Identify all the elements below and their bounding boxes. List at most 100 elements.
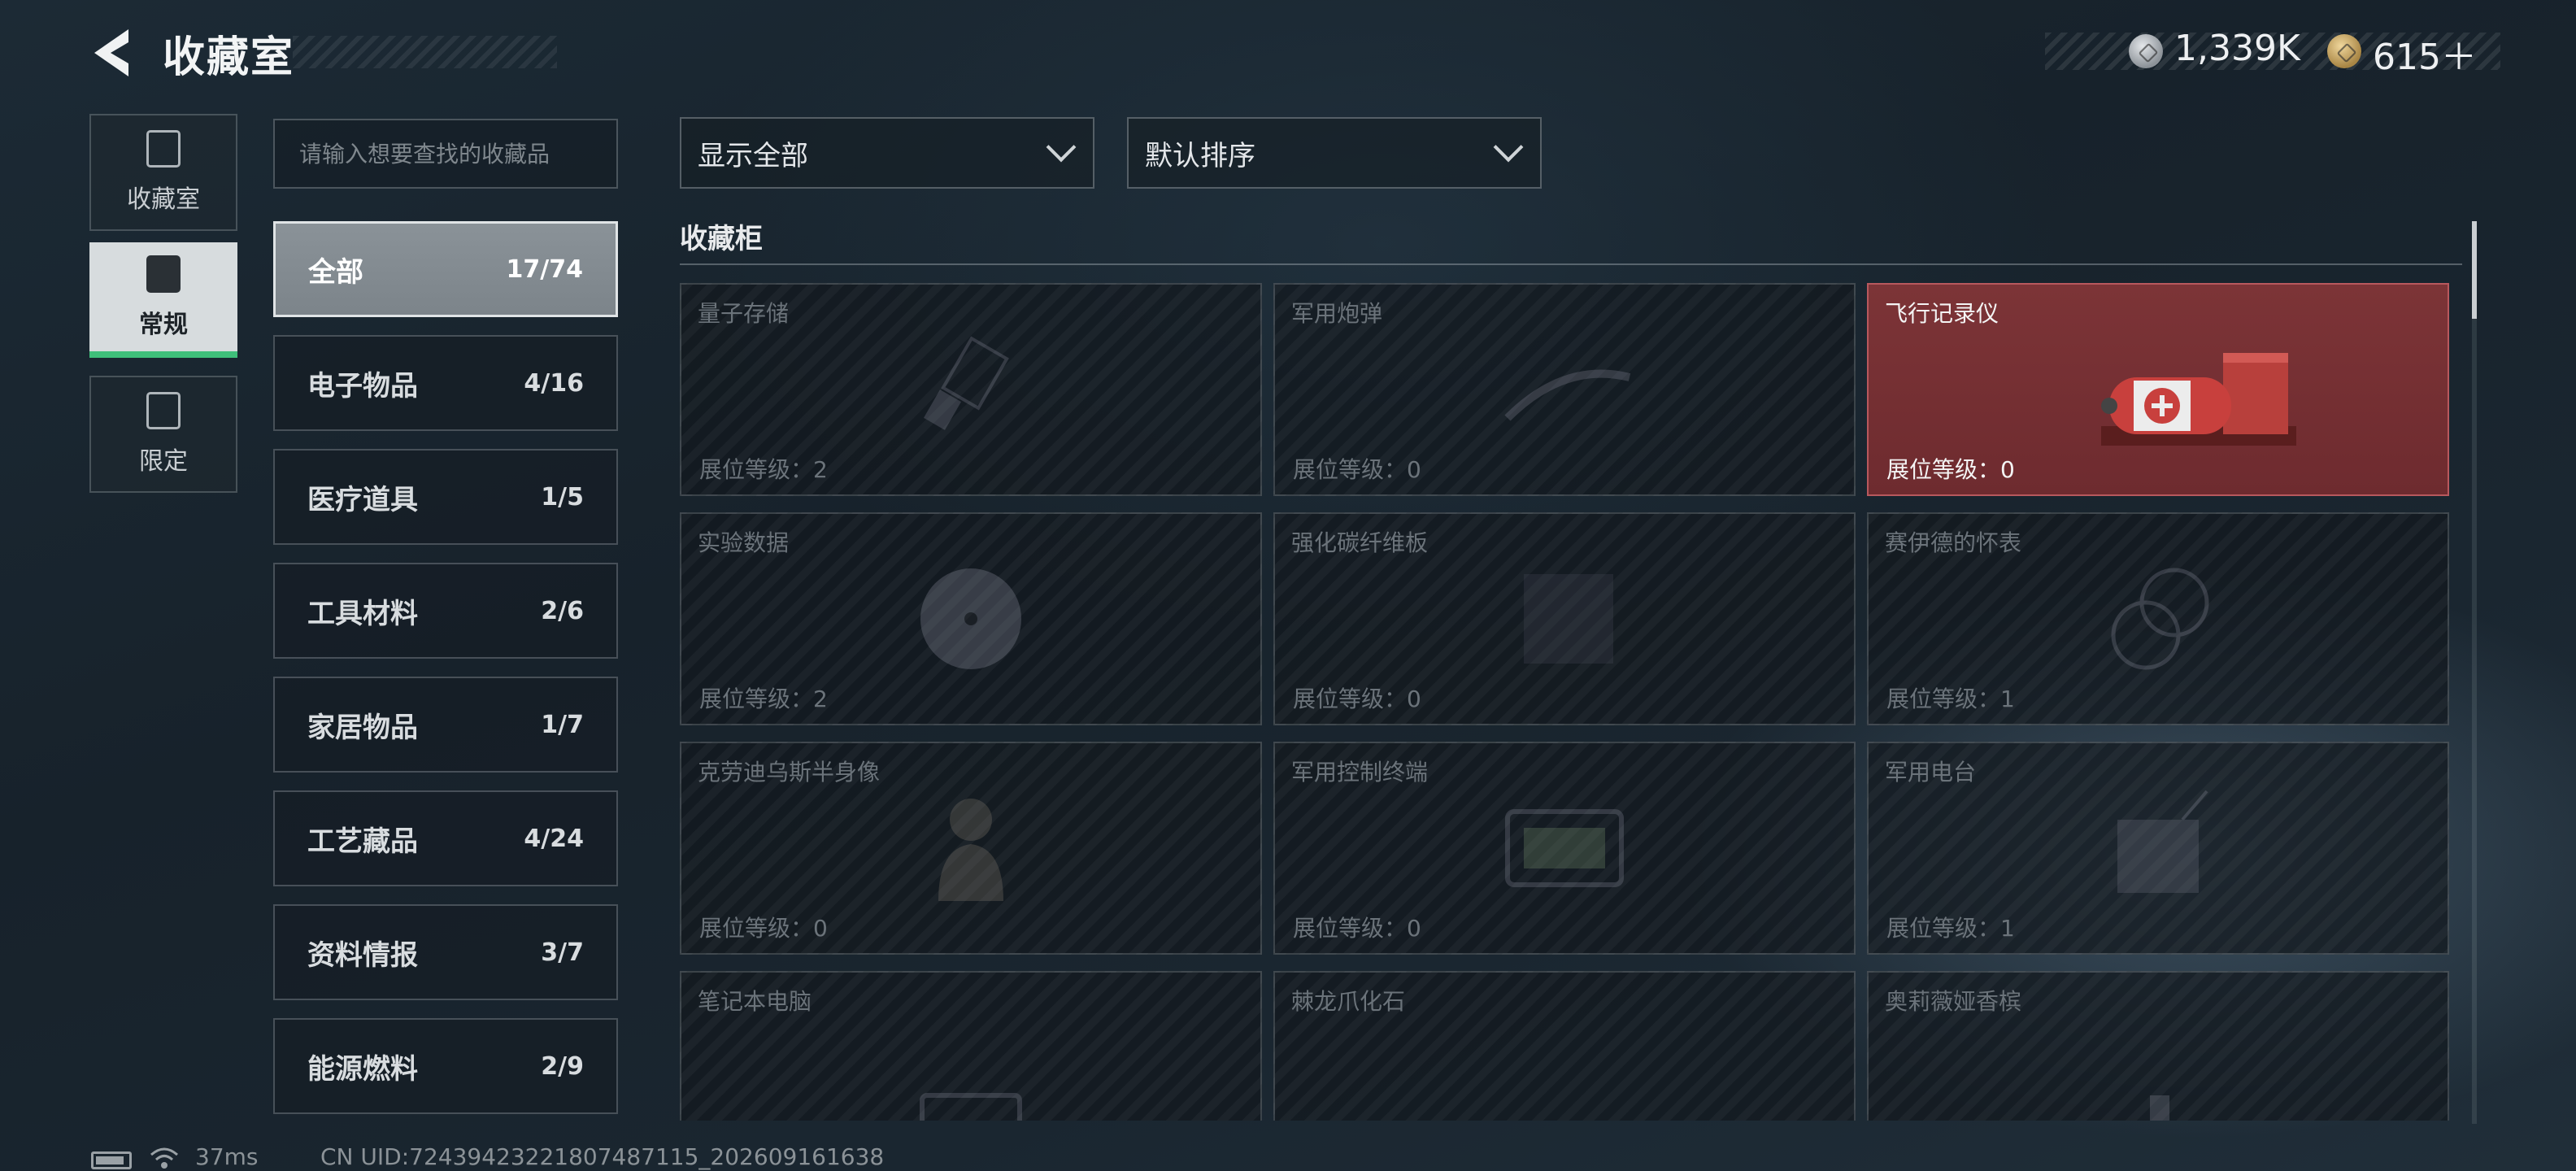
laptop-icon — [920, 1093, 1022, 1121]
category-crafts[interactable]: 工艺藏品 4/24 — [273, 790, 618, 886]
category-count: 17/74 — [506, 255, 583, 284]
chevron-down-icon — [1493, 132, 1524, 163]
category-name: 医疗道具 — [307, 483, 418, 516]
category-name: 家居物品 — [307, 711, 418, 744]
category-count: 3/7 — [541, 938, 584, 967]
category-name: 工具材料 — [307, 597, 418, 630]
category-electronics[interactable]: 电子物品 4/16 — [273, 335, 618, 431]
bust-statue-icon — [938, 799, 1003, 901]
collection-card[interactable]: 强化碳纤维板 展位等级：0 — [1273, 512, 1856, 725]
pocket-watch-icon — [2111, 568, 2209, 670]
regular-icon — [146, 255, 181, 293]
back-button[interactable] — [88, 24, 137, 81]
flight-recorder-icon — [2100, 353, 2296, 446]
collection-card[interactable]: 军用炮弹 展位等级：0 — [1273, 283, 1856, 496]
card-level: 展位等级：0 — [1293, 456, 1421, 483]
card-name: 军用控制终端 — [1291, 759, 1429, 786]
champagne-icon — [2150, 1095, 2169, 1121]
collection-card[interactable]: 笔记本电脑 — [680, 971, 1262, 1121]
category-name: 工艺藏品 — [307, 825, 418, 858]
collection-card[interactable]: 飞行记录仪 展位等级：0 — [1867, 283, 2449, 496]
chevron-down-icon — [1046, 132, 1077, 163]
collection-card[interactable]: 量子存储 展位等级：2 — [680, 283, 1262, 496]
wifi-icon — [150, 1147, 178, 1169]
display-filter-value: 显示全部 — [698, 139, 808, 172]
card-name: 军用炮弹 — [1291, 300, 1383, 327]
category-medical[interactable]: 医疗道具 1/5 — [273, 449, 618, 545]
collection-card[interactable]: 奥莉薇娅香槟 — [1867, 971, 2449, 1121]
nav-tab-label: 限定 — [139, 447, 188, 476]
card-name: 奥莉薇娅香槟 — [1885, 988, 2022, 1015]
category-household[interactable]: 家居物品 1/7 — [273, 677, 618, 773]
nav-tab-collection-room[interactable]: 收藏室 — [89, 114, 237, 231]
display-filter-dropdown[interactable]: 显示全部 — [680, 117, 1094, 189]
limited-icon — [146, 392, 181, 429]
category-count: 2/9 — [541, 1051, 584, 1081]
card-level: 展位等级：0 — [699, 915, 828, 942]
gold-currency-value: 615＋ — [2373, 37, 2477, 78]
collection-card[interactable]: 棘龙爪化石 — [1273, 971, 1856, 1121]
collection-grid: 量子存储 展位等级：2 军用炮弹 展位等级：0 飞行记录仪 展位等级：0 实验数… — [680, 283, 2461, 1121]
category-tools[interactable]: 工具材料 2/6 — [273, 563, 618, 659]
fossil-claw-icon — [1491, 1079, 1638, 1121]
scrollbar-thumb[interactable] — [2472, 221, 2477, 319]
active-tab-indicator — [89, 351, 237, 358]
scrollbar-track[interactable] — [2472, 221, 2477, 1124]
collection-card[interactable]: 克劳迪乌斯半身像 展位等级：0 — [680, 742, 1262, 955]
battery-icon — [91, 1151, 132, 1169]
card-name: 军用电台 — [1885, 759, 1977, 786]
gold-coin-icon — [2327, 34, 2361, 68]
category-intel[interactable]: 资料情报 3/7 — [273, 904, 618, 1000]
card-name: 强化碳纤维板 — [1291, 529, 1429, 556]
section-divider — [680, 263, 2462, 265]
carbon-fiber-plate-icon — [1524, 574, 1613, 664]
card-level: 展位等级：1 — [1886, 686, 2015, 712]
silver-coin-icon — [2129, 34, 2163, 68]
experiment-data-disc-icon — [920, 568, 1021, 669]
collection-card[interactable]: 军用控制终端 展位等级：0 — [1273, 742, 1856, 955]
category-energy[interactable]: 能源燃料 2/9 — [273, 1018, 618, 1114]
category-count: 4/16 — [524, 368, 584, 398]
card-name: 笔记本电脑 — [698, 988, 812, 1015]
card-name: 实验数据 — [698, 529, 790, 556]
category-count: 1/7 — [541, 710, 584, 739]
military-shell-icon — [1504, 369, 1631, 421]
collection-card[interactable]: 实验数据 展位等级：2 — [680, 512, 1262, 725]
back-arrow-icon — [94, 29, 128, 76]
category-count: 2/6 — [541, 596, 584, 625]
sort-dropdown[interactable]: 默认排序 — [1127, 117, 1542, 189]
nav-tab-limited[interactable]: 限定 — [89, 376, 237, 493]
collection-card[interactable]: 赛伊德的怀表 展位等级：1 — [1867, 512, 2449, 725]
sort-value: 默认排序 — [1145, 139, 1255, 172]
card-level: 展位等级：2 — [699, 456, 828, 483]
card-name: 飞行记录仪 — [1885, 300, 1999, 327]
category-name: 全部 — [308, 255, 363, 289]
nav-tab-label: 收藏室 — [127, 185, 200, 214]
page-title: 收藏室 — [163, 33, 295, 82]
card-level: 展位等级：0 — [1293, 686, 1421, 712]
card-level: 展位等级：1 — [1886, 915, 2015, 942]
quantum-storage-icon — [924, 336, 1009, 430]
card-name: 赛伊德的怀表 — [1885, 529, 2022, 556]
category-name: 电子物品 — [307, 369, 418, 403]
search-input[interactable] — [273, 119, 618, 189]
category-count: 4/24 — [524, 824, 584, 853]
collection-room-icon — [146, 130, 181, 168]
card-level: 展位等级：0 — [1293, 915, 1421, 942]
ping-value: 37ms — [195, 1143, 259, 1170]
card-level: 展位等级：0 — [1886, 456, 2015, 483]
section-title: 收藏柜 — [680, 223, 763, 255]
category-count: 1/5 — [541, 482, 584, 511]
card-level: 展位等级：2 — [699, 686, 828, 712]
category-name: 能源燃料 — [307, 1052, 418, 1086]
silver-currency-value: 1,339K — [2174, 28, 2300, 69]
category-name: 资料情报 — [307, 938, 418, 972]
user-uid: CN UID:7243942322180748711​5_20260916163… — [320, 1143, 885, 1170]
card-name: 棘龙爪化石 — [1291, 988, 1406, 1015]
nav-tab-regular[interactable]: 常规 — [89, 242, 237, 353]
category-all[interactable]: 全部 17/74 — [273, 221, 618, 317]
collection-card[interactable]: 军用电台 展位等级：1 — [1867, 742, 2449, 955]
card-name: 量子存储 — [698, 300, 790, 327]
card-name: 克劳迪乌斯半身像 — [698, 759, 881, 786]
nav-tab-label: 常规 — [139, 311, 188, 339]
